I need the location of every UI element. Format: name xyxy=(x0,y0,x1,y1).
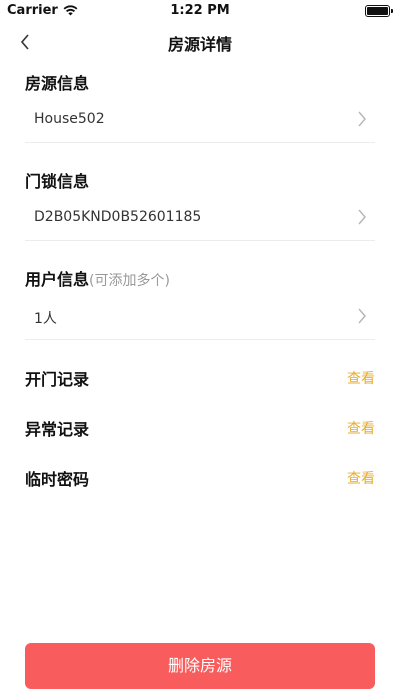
lock-id: D2B05KND0B52601185 xyxy=(34,209,202,225)
chevron-right-icon xyxy=(358,209,366,225)
house-name: House502 xyxy=(34,111,105,127)
lock-info-row[interactable]: D2B05KND0B52601185 xyxy=(25,195,375,241)
lock-info-title: 门锁信息 xyxy=(25,172,90,191)
chevron-right-icon xyxy=(358,111,366,127)
user-info-title: 用户信息(可添加多个) xyxy=(25,266,170,290)
temp-password-row: 临时密码 查看 xyxy=(25,462,375,492)
user-info-hint: (可添加多个) xyxy=(89,273,170,289)
user-info-row[interactable]: 1人 xyxy=(25,294,375,340)
page-title: 房源详情 xyxy=(167,35,232,54)
open-record-label: 开门记录 xyxy=(25,370,90,389)
temp-password-label: 临时密码 xyxy=(25,470,90,489)
chevron-right-icon xyxy=(358,308,366,324)
nav-bar: 房源详情 xyxy=(0,22,400,62)
status-time: 1:22 PM xyxy=(170,3,230,18)
user-info-label: 用户信息 xyxy=(25,270,90,289)
temp-password-view-link[interactable]: 查看 xyxy=(347,468,375,488)
user-count: 1人 xyxy=(34,311,57,327)
open-record-row: 开门记录 查看 xyxy=(25,362,375,392)
status-bar: Carrier 1:22 PM xyxy=(0,0,400,22)
abnormal-record-label: 异常记录 xyxy=(25,420,90,439)
delete-house-button[interactable]: 删除房源 xyxy=(25,643,375,689)
battery-icon xyxy=(365,5,393,17)
house-info-row[interactable]: House502 xyxy=(25,97,375,143)
house-info-title: 房源信息 xyxy=(25,74,90,93)
abnormal-record-view-link[interactable]: 查看 xyxy=(347,418,375,438)
abnormal-record-row: 异常记录 查看 xyxy=(25,412,375,442)
open-record-view-link[interactable]: 查看 xyxy=(347,368,375,388)
